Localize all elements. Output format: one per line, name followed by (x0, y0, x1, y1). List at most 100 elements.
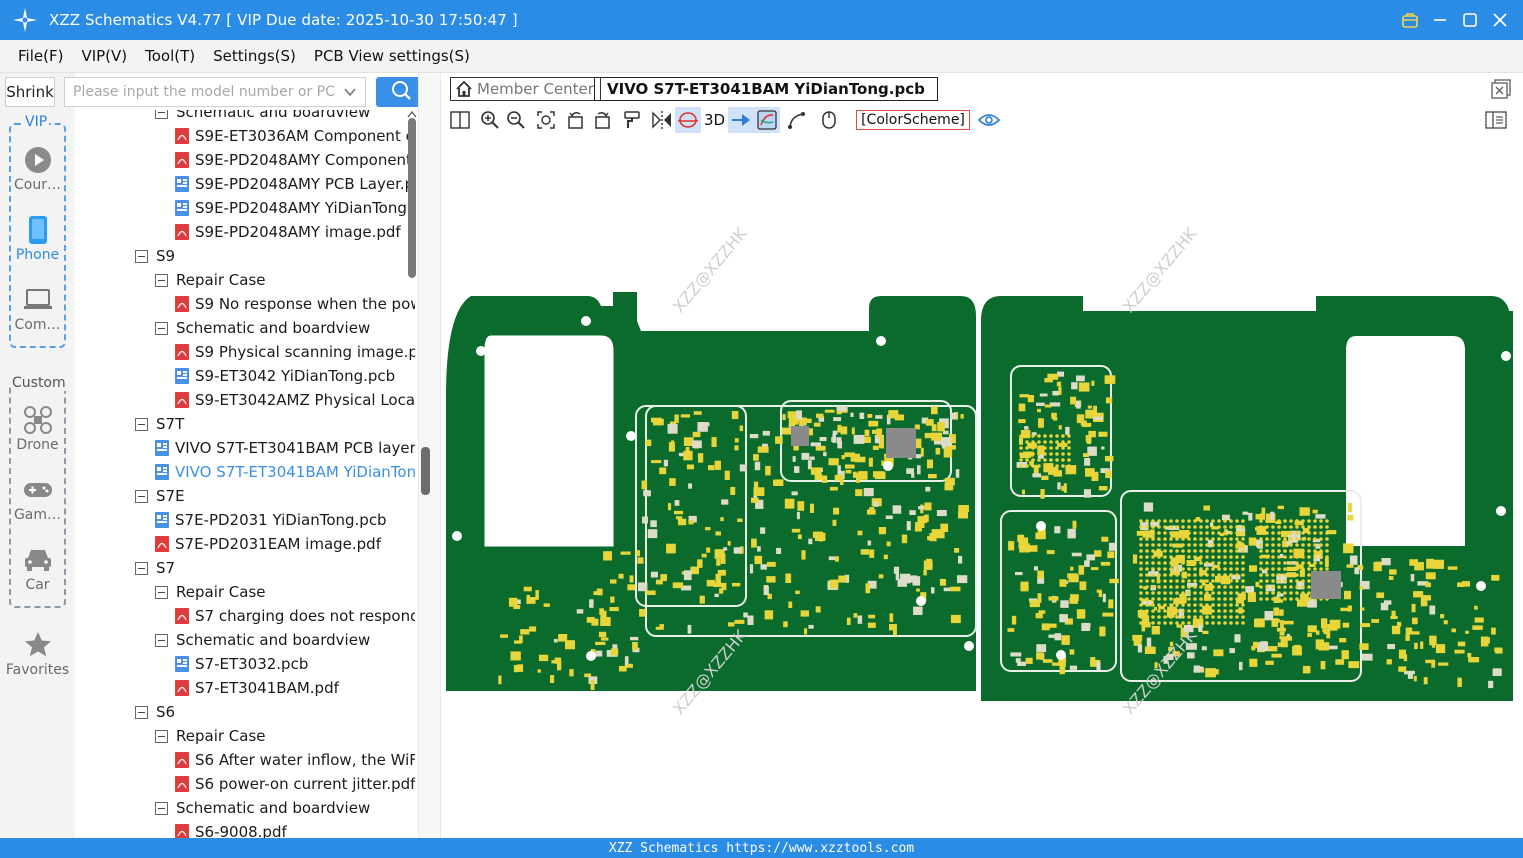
trace-route-icon[interactable] (784, 107, 810, 133)
split-view-icon[interactable] (447, 107, 473, 133)
menu-file[interactable]: File(F) (10, 47, 71, 65)
menu-vip[interactable]: VIP(V) (73, 47, 135, 65)
tree-scrollbar[interactable] (407, 110, 417, 838)
collapse-toggle-icon[interactable]: − (155, 585, 168, 599)
tree-item-label: VIVO S7T-ET3041BAM PCB layer.pc (175, 439, 415, 457)
rotate-right-icon[interactable] (589, 107, 615, 133)
tree-item[interactable]: − Schematic and boardview (155, 628, 370, 652)
tab-member-center[interactable]: Member Center (450, 77, 601, 101)
side-panel-toggle-icon[interactable] (1483, 107, 1509, 133)
collapse-toggle-icon[interactable]: − (155, 110, 168, 119)
menu-settings[interactable]: Settings(S) (205, 47, 304, 65)
collapse-toggle-icon[interactable]: − (155, 801, 168, 815)
collapse-toggle-icon[interactable]: − (155, 633, 168, 647)
bga-ball (1145, 531, 1149, 535)
tree-item[interactable]: VIVO S7T-ET3041BAM PCB layer.pc (155, 436, 415, 460)
menu-tool[interactable]: Tool(T) (137, 47, 203, 65)
tree-item[interactable]: S6-9008.pdf (175, 820, 287, 838)
pin-arrow-icon[interactable] (728, 107, 755, 133)
tree-item[interactable]: VIVO S7T-ET3041BAM YiDianTong (155, 460, 415, 484)
tree-item[interactable]: − Repair Case (155, 580, 266, 604)
mouse-mode-icon[interactable] (816, 107, 842, 133)
pcb-pad (727, 541, 731, 546)
collapse-toggle-icon[interactable]: − (135, 705, 148, 719)
layer-top-icon[interactable] (675, 107, 701, 133)
pcb-pad (537, 669, 541, 673)
format-painter-icon[interactable] (619, 107, 645, 133)
tree-item[interactable]: S7-ET3041BAM.pdf (175, 676, 339, 700)
tree-scrollbar-thumb[interactable] (408, 118, 416, 278)
eye-icon[interactable] (976, 107, 1002, 133)
tree-item[interactable]: S9E-ET3036AM Component exp (175, 124, 415, 148)
tree-item[interactable]: − S6 (135, 700, 175, 724)
vip-bag-icon[interactable] (1395, 0, 1425, 40)
tree-item[interactable]: − S7T (135, 412, 184, 436)
pcb-pad (918, 506, 925, 510)
shrink-button[interactable]: Shrink (5, 77, 55, 107)
sidebar-item-games[interactable]: Gam… (0, 473, 75, 523)
tree-item[interactable]: S6 power-on current jitter.pdf (175, 772, 415, 796)
tree-item[interactable]: − S7 (135, 556, 175, 580)
collapse-toggle-icon[interactable]: − (135, 249, 148, 263)
rotate-left-icon[interactable] (563, 107, 589, 133)
tree-item[interactable]: S9 Physical scanning image.pdf (175, 340, 415, 364)
chevron-down-icon[interactable] (343, 85, 357, 103)
tree-item[interactable]: S9E-PD2048AMY image.pdf (175, 220, 401, 244)
tree-item[interactable]: S7-ET3032.pcb (175, 652, 308, 676)
bga-ball (1217, 579, 1221, 583)
sidebar-item-phone[interactable]: Phone (0, 213, 75, 263)
view-3d-button[interactable]: 3D (701, 107, 728, 133)
tree-item[interactable]: S7 charging does not respond.p (175, 604, 415, 628)
tree-item[interactable]: S9E-PD2048AMY PCB Layer.pcb (175, 172, 415, 196)
tab-active-pcb[interactable]: VIVO S7T-ET3041BAM YiDianTong.pcb (594, 77, 938, 101)
pcb-pad (1070, 566, 1074, 571)
menu-pcb-view-settings[interactable]: PCB View settings(S) (306, 47, 478, 65)
splitter-grip[interactable] (421, 447, 430, 495)
pcb-pad (1065, 426, 1070, 435)
tree-item[interactable]: − S7E (135, 484, 185, 508)
collapse-toggle-icon[interactable]: − (155, 273, 168, 287)
tree-item[interactable]: S6 After water inflow, the WiFi s (175, 748, 415, 772)
close-all-tabs-icon[interactable] (1491, 79, 1511, 103)
panel-splitter[interactable] (418, 73, 441, 838)
color-scheme-button[interactable]: [ColorScheme] (856, 110, 970, 130)
collapse-toggle-icon[interactable]: − (155, 729, 168, 743)
tree-item[interactable]: S9-ET3042 YiDianTong.pcb (175, 364, 395, 388)
tree-item[interactable]: − Schematic and boardview (155, 110, 370, 124)
maximize-button[interactable] (1455, 0, 1485, 40)
collapse-toggle-icon[interactable]: − (155, 321, 168, 335)
sidebar-item-drone[interactable]: Drone (0, 403, 75, 453)
fit-view-icon[interactable] (533, 107, 559, 133)
net-highlight-icon[interactable] (754, 107, 781, 133)
tree-item[interactable]: S7E-PD2031EAM image.pdf (155, 532, 381, 556)
tree-item[interactable]: − S9 (135, 244, 175, 268)
pcb-canvas[interactable]: XZZ@XZZHK XZZ@XZZHK XZZ@XZZHK XZZ@XZZHK (441, 136, 1523, 838)
mirror-flip-icon[interactable] (649, 107, 675, 133)
bga-ball (1151, 573, 1155, 577)
minimize-button[interactable] (1425, 0, 1455, 40)
collapse-toggle-icon[interactable]: − (135, 489, 148, 503)
tree-item[interactable]: − Schematic and boardview (155, 796, 370, 820)
pcb-pad (943, 448, 953, 458)
sidebar-item-car[interactable]: Car (0, 543, 75, 593)
zoom-in-icon[interactable] (477, 107, 503, 133)
close-button[interactable] (1485, 0, 1515, 40)
tree-item[interactable]: S9E-PD2048AMY YiDianTong.pc (175, 196, 415, 220)
tree-item[interactable]: S7E-PD2031 YiDianTong.pcb (155, 508, 387, 532)
zoom-out-icon[interactable] (503, 107, 529, 133)
tree-item[interactable]: S9-ET3042AMZ Physical Locatic (175, 388, 415, 412)
search-input[interactable] (65, 84, 335, 100)
tree-item[interactable]: − Schematic and boardview (155, 316, 370, 340)
tree-item[interactable]: − Repair Case (155, 724, 266, 748)
collapse-toggle-icon[interactable]: − (135, 417, 148, 431)
sidebar-item-favorites[interactable]: Favorites (0, 628, 75, 678)
bga-ball (1157, 609, 1161, 613)
pcb-board-drawing[interactable] (441, 136, 1523, 838)
pcb-pad (928, 474, 937, 479)
tree-item[interactable]: S9E-PD2048AMY Component e (175, 148, 415, 172)
tree-item[interactable]: − Repair Case (155, 268, 266, 292)
sidebar-item-computer[interactable]: Com… (0, 283, 75, 333)
collapse-toggle-icon[interactable]: − (135, 561, 148, 575)
tree-item[interactable]: S9 No response when the powe (175, 292, 415, 316)
sidebar-item-courses[interactable]: Cour… (0, 143, 75, 193)
